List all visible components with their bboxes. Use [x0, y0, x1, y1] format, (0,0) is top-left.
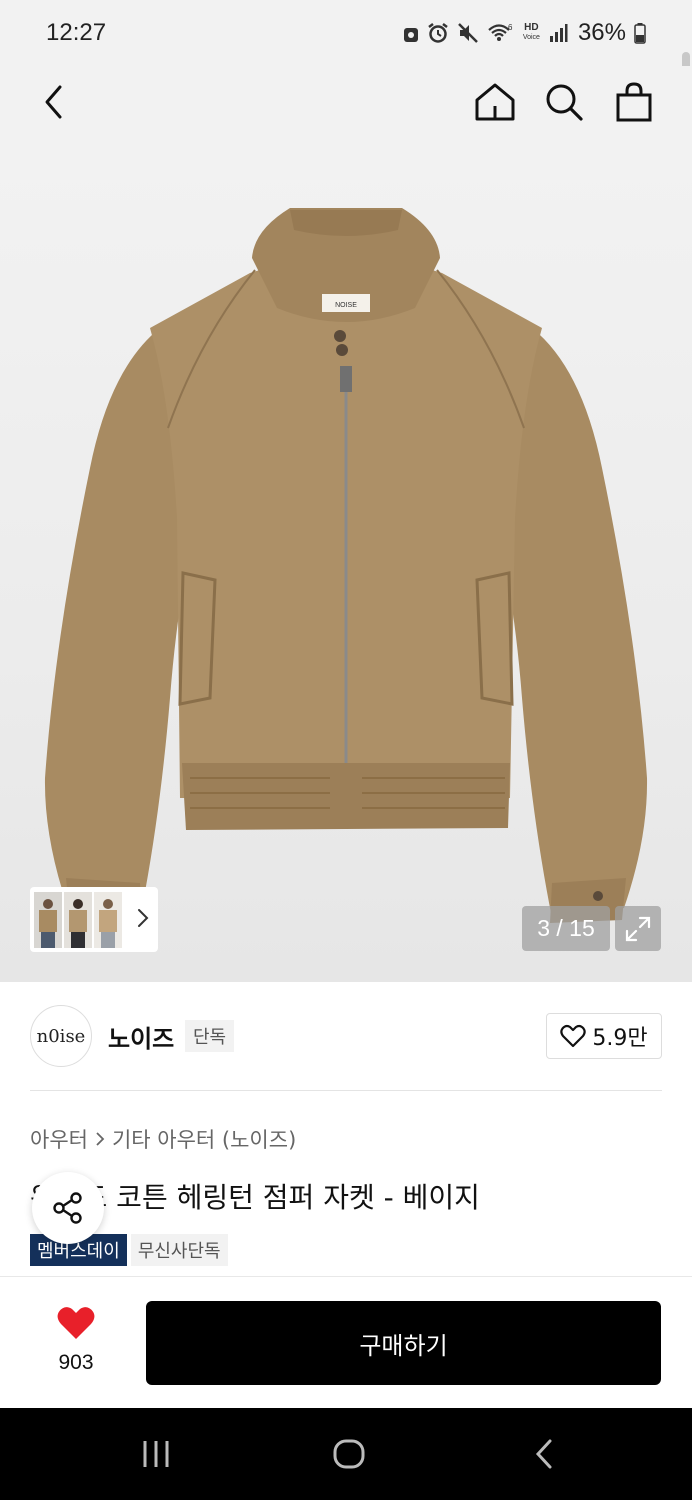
status-bar: 12:27 6 HD Voice 36% — [0, 0, 692, 66]
thumbnail-model-3[interactable] — [94, 891, 122, 948]
brand-name[interactable]: 노이즈 — [108, 1019, 174, 1054]
exclusive-tag: 단독 — [185, 1020, 235, 1052]
app-header — [0, 66, 692, 138]
cart-button[interactable] — [612, 80, 656, 124]
mute-icon — [457, 23, 478, 43]
chevron-right-icon[interactable] — [136, 907, 150, 929]
thumbnail-strip[interactable] — [30, 887, 158, 952]
svg-text:6: 6 — [508, 23, 513, 32]
back-nav-icon — [535, 1439, 552, 1469]
brand-like-button[interactable]: 5.9만 — [546, 1013, 662, 1059]
svg-text:NOISE: NOISE — [335, 302, 357, 309]
expand-button[interactable] — [615, 906, 661, 951]
product-gallery[interactable]: NOISE 3 / 15 — [0, 138, 692, 982]
search-button[interactable] — [542, 80, 586, 124]
share-button[interactable] — [32, 1172, 104, 1244]
breadcrumb-item[interactable]: 아우터 — [30, 1124, 88, 1154]
breadcrumb: 아우터 기타 아우터 (노이즈) — [30, 1124, 296, 1154]
home-icon — [475, 83, 515, 121]
shopping-bag-icon — [616, 82, 652, 122]
buy-button[interactable]: 구매하기 — [146, 1301, 661, 1385]
musinsa-exclusive-badge: 무신사단독 — [130, 1234, 228, 1266]
status-icons: 6 HD Voice 36% — [403, 19, 646, 47]
alarm-icon — [428, 23, 448, 43]
wishlist-count: 903 — [58, 1351, 94, 1374]
home-nav-icon — [333, 1439, 365, 1469]
expand-icon — [625, 916, 651, 941]
battery-percent: 36% — [577, 19, 626, 46]
recent-apps-button[interactable] — [126, 1434, 186, 1474]
brand-row[interactable]: n0ise 노이즈 단독 5.9만 — [30, 1005, 662, 1069]
back-nav-button[interactable] — [514, 1434, 574, 1474]
wifi-icon: 6 — [488, 23, 513, 41]
home-nav-button[interactable] — [319, 1434, 379, 1474]
thumbnail-model-1[interactable] — [34, 891, 62, 948]
thumbnail-model-2[interactable] — [64, 891, 92, 948]
brand-like-count: 5.9만 — [592, 1026, 648, 1051]
brand-logo[interactable]: n0ise — [30, 1005, 92, 1067]
jacket-image: NOISE — [44, 208, 648, 923]
bottom-action-bar: 903 구매하기 — [0, 1276, 692, 1408]
heart-filled-icon — [57, 1307, 95, 1339]
signal-icon — [549, 24, 568, 42]
share-icon — [53, 1192, 82, 1224]
system-nav-bar — [0, 1408, 692, 1500]
breadcrumb-item[interactable]: 기타 아우터 (노이즈) — [112, 1124, 296, 1154]
back-icon — [45, 85, 62, 119]
lock-icon — [403, 28, 418, 42]
network-type: HD Voice — [522, 22, 540, 42]
wishlist-button[interactable]: 903 — [40, 1305, 112, 1375]
home-button[interactable] — [473, 80, 517, 124]
battery-icon — [634, 23, 646, 44]
search-icon — [546, 84, 583, 121]
recent-apps-icon — [143, 1441, 169, 1467]
heart-outline-icon — [560, 1024, 587, 1048]
divider — [30, 1090, 662, 1091]
back-button[interactable] — [32, 80, 76, 124]
chevron-right-icon — [96, 1132, 105, 1146]
image-counter: 3 / 15 — [522, 906, 610, 951]
status-time: 12:27 — [46, 19, 107, 46]
